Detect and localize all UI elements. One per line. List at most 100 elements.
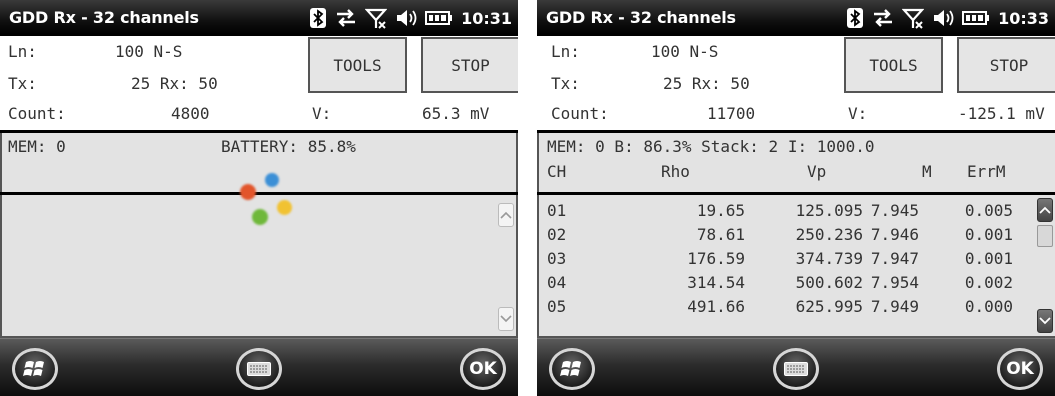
table-cell: 176.59: [687, 249, 745, 268]
no-signal-icon[interactable]: [365, 7, 388, 29]
scroll-down-icon[interactable]: [1037, 309, 1053, 333]
status-icons: 10:33: [846, 6, 1049, 30]
line-label: Ln:: [551, 42, 580, 61]
table-row[interactable]: 02 78.61 250.236 7.946 0.001: [539, 225, 1029, 249]
scrollbar[interactable]: [1035, 195, 1055, 336]
table-cell: 491.66: [687, 297, 745, 316]
taskbar: OK: [537, 338, 1055, 396]
battery-icon[interactable]: [962, 10, 990, 26]
table-cell: 78.61: [696, 225, 745, 244]
tx-label: Tx:: [551, 74, 580, 93]
line-label: Ln:: [8, 42, 37, 61]
table-cell: 625.995: [795, 297, 863, 316]
tx-label: Tx:: [8, 74, 37, 93]
table-cell: 0.000: [964, 297, 1013, 316]
stop-button[interactable]: STOP: [421, 37, 518, 93]
clock[interactable]: 10:31: [461, 9, 512, 28]
table-row[interactable]: 01 19.65 125.095 7.945 0.005: [539, 201, 1029, 225]
keyboard-icon[interactable]: [236, 348, 282, 390]
ok-button[interactable]: OK: [460, 348, 506, 390]
tx-rx-value: 25 Rx: 50: [663, 74, 750, 93]
status-icons: 10:31: [309, 6, 512, 30]
table-cell: 500.602: [795, 273, 863, 292]
scroll-down-icon[interactable]: [498, 307, 514, 331]
battery-text: BATTERY: 85.8%: [221, 137, 356, 156]
table-cell: 01: [547, 201, 567, 220]
voltage-value: 65.3 mV: [422, 104, 490, 123]
results-list[interactable]: [0, 173, 518, 338]
title-bar: GDD Rx - 32 channels 10:33: [537, 0, 1055, 36]
bluetooth-icon[interactable]: [309, 7, 327, 29]
col-ch: CH: [547, 162, 567, 181]
volume-icon[interactable]: [395, 8, 417, 28]
ok-label: OK: [1006, 359, 1034, 379]
voltage-label: V:: [848, 104, 868, 123]
summary-text: MEM: 0 B: 86.3% Stack: 2 I: 1000.0: [547, 137, 875, 156]
sync-arrows-icon[interactable]: [335, 8, 357, 28]
stop-button[interactable]: STOP: [957, 37, 1055, 93]
tx-rx-value: 25 Rx: 50: [131, 74, 218, 93]
loading-dot: [277, 200, 292, 215]
scrollbar[interactable]: [496, 195, 516, 336]
table-cell: 7.945: [870, 201, 919, 220]
sync-arrows-icon[interactable]: [872, 8, 894, 28]
col-rho: Rho: [661, 162, 690, 181]
volume-icon[interactable]: [932, 8, 954, 28]
device-screen-2: GDD Rx - 32 channels 10:33 Ln: 100 N-S T…: [537, 0, 1055, 396]
memory-panel: MEM: 0 BATTERY: 85.8%: [0, 133, 518, 193]
battery-icon[interactable]: [425, 10, 453, 26]
scroll-thumb[interactable]: [1037, 225, 1053, 247]
table-cell: 374.739: [795, 249, 863, 268]
loading-dot: [252, 209, 268, 225]
windows-start-icon[interactable]: [12, 348, 58, 390]
voltage-value: -125.1 mV: [958, 104, 1045, 123]
table-cell: 03: [547, 249, 567, 268]
bluetooth-icon[interactable]: [846, 7, 864, 29]
table-cell: 04: [547, 273, 567, 292]
app-title: GDD Rx - 32 channels: [9, 8, 199, 27]
scroll-up-icon[interactable]: [498, 203, 514, 227]
clock[interactable]: 10:33: [998, 9, 1049, 28]
table-cell: 7.947: [870, 249, 919, 268]
voltage-label: V:: [312, 104, 332, 123]
count-label: Count:: [551, 104, 609, 123]
no-signal-icon[interactable]: [902, 7, 925, 29]
app-title: GDD Rx - 32 channels: [546, 8, 736, 27]
col-m: M: [922, 162, 932, 181]
table-cell: 7.954: [870, 273, 919, 292]
line-value: 100 N-S: [651, 42, 719, 61]
table-row[interactable]: 04 314.54 500.602 7.954 0.002: [539, 273, 1029, 297]
table-cell: 250.236: [795, 225, 863, 244]
ok-button[interactable]: OK: [997, 348, 1043, 390]
table-cell: 314.54: [687, 273, 745, 292]
col-vp: Vp: [807, 162, 827, 181]
table-cell: 0.001: [964, 225, 1013, 244]
count-value: 11700: [707, 104, 756, 123]
table-cell: 7.946: [870, 225, 919, 244]
table-cell: 0.005: [964, 201, 1013, 220]
table-cell: 0.002: [964, 273, 1013, 292]
table-cell: 0.001: [964, 249, 1013, 268]
loading-dot: [265, 173, 279, 187]
ok-label: OK: [469, 359, 497, 379]
summary-panel: MEM: 0 B: 86.3% Stack: 2 I: 1000.0 CH Rh…: [537, 133, 1055, 193]
table-cell: 125.095: [795, 201, 863, 220]
col-errm: ErrM: [967, 162, 1006, 181]
table-cell: 7.949: [870, 297, 919, 316]
table-cell: 19.65: [696, 201, 745, 220]
table-row[interactable]: 05 491.66 625.995 7.949 0.000: [539, 297, 1029, 321]
loading-dot: [240, 184, 256, 200]
tools-button[interactable]: TOOLS: [844, 37, 943, 93]
line-value: 100 N-S: [115, 42, 183, 61]
scroll-up-icon[interactable]: [1037, 198, 1053, 222]
count-value: 4800: [171, 104, 210, 123]
device-screen-1: GDD Rx - 32 channels 10:31 Ln: 100 N-S T…: [0, 0, 518, 396]
table-cell: 02: [547, 225, 567, 244]
results-table[interactable]: 01 19.65 125.095 7.945 0.005 02 78.61 250.236 7.…: [537, 195, 1055, 338]
keyboard-icon[interactable]: [773, 348, 819, 390]
table-row[interactable]: 03 176.59 374.739 7.947 0.001: [539, 249, 1029, 273]
count-label: Count:: [8, 104, 66, 123]
tools-button[interactable]: TOOLS: [308, 37, 407, 93]
windows-start-icon[interactable]: [549, 348, 595, 390]
mem-text: MEM: 0: [8, 137, 66, 156]
